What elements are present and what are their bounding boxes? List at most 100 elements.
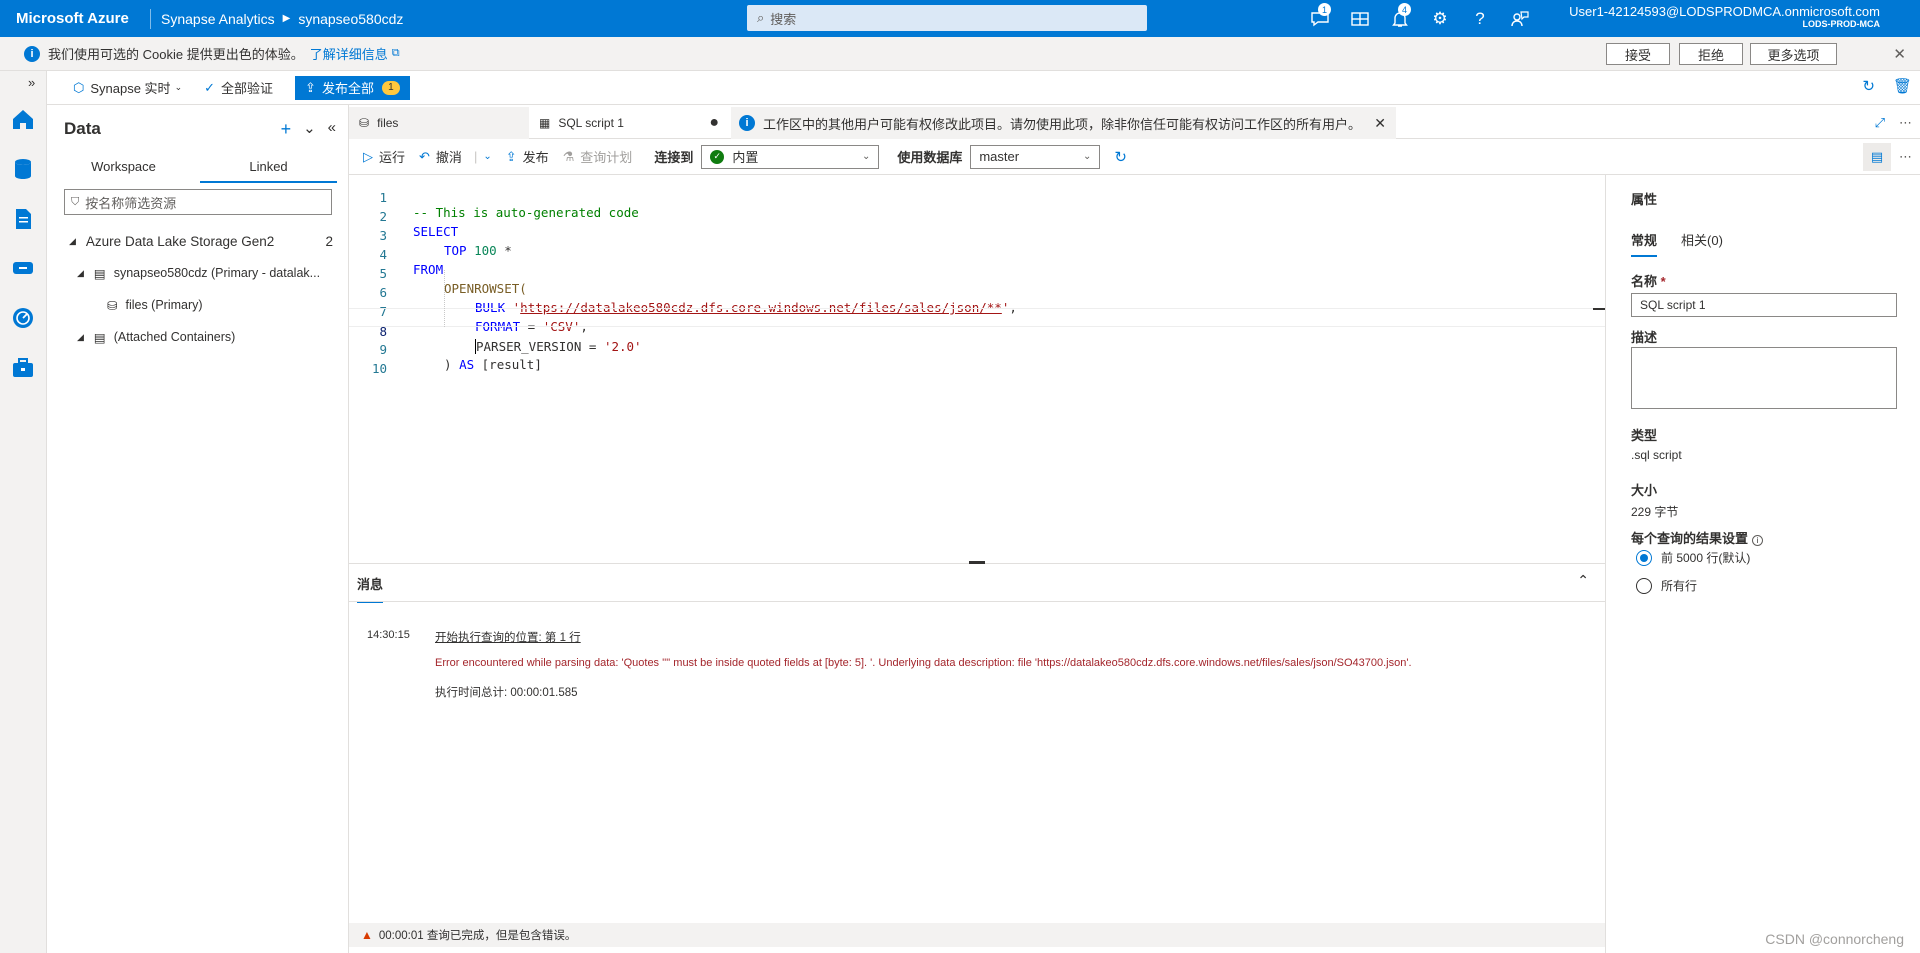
- message-error: Error encountered while parsing data: 'Q…: [435, 657, 1412, 669]
- status-text: 00:00:01 查询已完成，但是包含错误。: [378, 930, 577, 942]
- more-icon[interactable]: ⋯: [1899, 115, 1912, 131]
- publish-all-button[interactable]: ⇪ 发布全部 1: [295, 75, 410, 100]
- publish-label: 发布: [522, 150, 549, 165]
- monitor-icon[interactable]: [11, 306, 35, 330]
- more-icon[interactable]: ⋯: [1899, 149, 1912, 165]
- tab-sql-script[interactable]: ▦ SQL script 1 ●: [529, 107, 729, 139]
- type-value: .sql script: [1631, 448, 1682, 462]
- line-number: 10: [371, 361, 387, 376]
- gear-icon[interactable]: ⚙: [1420, 0, 1460, 37]
- tree-group-label: Azure Data Lake Storage Gen2: [85, 233, 275, 249]
- develop-icon[interactable]: [11, 207, 35, 231]
- name-label: 名称 *: [1631, 271, 1666, 290]
- refresh-icon[interactable]: ↻: [1114, 148, 1127, 166]
- data-icon[interactable]: [11, 157, 35, 181]
- home-icon[interactable]: [11, 107, 35, 131]
- synapse-icon: ⬡: [73, 79, 85, 95]
- tree-group-adls[interactable]: ◢ Azure Data Lake Storage Gen2 2: [47, 225, 349, 257]
- expand-rail-icon[interactable]: »: [28, 75, 35, 90]
- close-icon[interactable]: ✕: [1374, 115, 1386, 132]
- validate-all-label: 全部验证: [221, 81, 274, 96]
- data-panel-tabs: Workspace Linked: [47, 153, 349, 183]
- required-mark: *: [1660, 274, 1666, 289]
- breadcrumb-workspace[interactable]: synapseo580cdz: [298, 11, 403, 27]
- tab-sql-script-label: SQL script 1: [558, 116, 624, 130]
- unsaved-dot-icon[interactable]: ●: [709, 114, 719, 132]
- synapse-live-dropdown[interactable]: ⬡ Synapse 实时 ⌄: [73, 78, 182, 97]
- description-textarea[interactable]: [1631, 347, 1897, 409]
- accept-button[interactable]: 接受: [1606, 43, 1670, 65]
- query-plan-label: 查询计划: [580, 150, 633, 165]
- message-start-link[interactable]: 开始执行查询的位置: 第 1 行: [435, 629, 581, 645]
- code-line: 2 SELECT: [349, 194, 1605, 239]
- name-input[interactable]: SQL script 1: [1631, 293, 1897, 317]
- undo-button[interactable]: ↶ 撤消: [419, 147, 462, 166]
- tree-item-account[interactable]: ◢ ▤ synapseo580cdz (Primary - datalak...: [47, 257, 349, 289]
- person-feedback-icon[interactable]: [1500, 0, 1540, 37]
- tabs-right-actions: ⤢ ⋯: [1875, 115, 1912, 131]
- integrate-icon[interactable]: [11, 256, 35, 280]
- code-line: 4 FROM: [349, 232, 1605, 277]
- chevron-down-icon[interactable]: ⌄: [483, 151, 491, 162]
- tree-item-attached[interactable]: ◢ ▤ (Attached Containers): [47, 321, 349, 353]
- collapse-triangle-icon[interactable]: ◢: [77, 332, 84, 343]
- tab-general[interactable]: 常规: [1631, 230, 1658, 257]
- chevron-right-icon: ▶: [282, 13, 291, 24]
- radio-first-5000-label: 前 5000 行(默认): [1661, 551, 1751, 565]
- collapse-panel-icon[interactable]: «: [328, 119, 336, 140]
- radio-first-5000[interactable]: 前 5000 行(默认): [1636, 549, 1750, 566]
- brand-label[interactable]: Microsoft Azure: [0, 10, 140, 27]
- search-input[interactable]: ⌕ 搜索: [747, 5, 1147, 31]
- radio-all-rows[interactable]: 所有行: [1636, 577, 1697, 594]
- learn-more-link[interactable]: 了解详细信息: [310, 44, 388, 63]
- filter-input[interactable]: ⛉ 按名称筛选资源: [64, 189, 332, 215]
- filter-icon: ⛉: [71, 195, 80, 208]
- tree-item-container[interactable]: ⛁ files (Primary): [47, 289, 349, 321]
- add-icon[interactable]: +: [281, 119, 292, 140]
- connect-to-dropdown[interactable]: ✓ 内置 ⌄: [701, 144, 880, 169]
- chevron-down-icon: ⌄: [1082, 151, 1092, 162]
- query-plan-icon: ⚗: [562, 148, 575, 164]
- publish-button[interactable]: ⇪ 发布: [506, 147, 549, 166]
- tab-messages[interactable]: 消息: [357, 574, 384, 603]
- refresh-icon[interactable]: ↻: [1862, 77, 1875, 95]
- splitter-handle[interactable]: [969, 561, 985, 564]
- tree-container-label: files (Primary): [125, 298, 203, 312]
- tab-linked[interactable]: Linked: [200, 153, 337, 183]
- chevron-up-icon[interactable]: ⌃: [1577, 572, 1589, 589]
- info-icon[interactable]: i: [1752, 535, 1764, 546]
- validate-all-button[interactable]: ✓ 全部验证: [204, 78, 273, 97]
- properties-toggle-icon[interactable]: ▤: [1863, 143, 1891, 171]
- indent-guide: [444, 270, 445, 327]
- more-options-button[interactable]: 更多选项: [1750, 43, 1837, 65]
- description-label: 描述: [1631, 330, 1658, 345]
- feedback-icon[interactable]: 1: [1300, 0, 1340, 37]
- tab-related[interactable]: 相关(0): [1681, 230, 1723, 257]
- close-icon[interactable]: ✕: [1893, 45, 1906, 63]
- discard-icon[interactable]: 🗑: [1893, 77, 1912, 95]
- reject-button[interactable]: 拒绝: [1679, 43, 1743, 65]
- tab-files[interactable]: ⛁ files: [349, 107, 529, 139]
- code-editor[interactable]: 1 -- This is auto-generated code 2 SELEC…: [349, 175, 1605, 563]
- help-icon[interactable]: ?: [1460, 0, 1500, 37]
- properties-panel: 属性 常规 相关(0) 名称 * SQL script 1 描述 类型 .sql…: [1605, 175, 1920, 953]
- connect-to-label: 连接到: [654, 150, 694, 165]
- collapse-triangle-icon[interactable]: ◢: [69, 236, 76, 247]
- manage-icon[interactable]: [11, 356, 35, 380]
- editor-tabs-bar: ⛁ files ▦ SQL script 1 ● i 工作区中的其他用户可能有权…: [349, 107, 1920, 139]
- bell-icon[interactable]: 4: [1380, 0, 1420, 37]
- query-plan-button[interactable]: ⚗ 查询计划: [563, 147, 633, 166]
- use-database-value: master: [979, 149, 1020, 164]
- directory-icon[interactable]: [1340, 0, 1380, 37]
- maximize-icon[interactable]: ⤢: [1875, 115, 1885, 131]
- code-line: 10: [349, 346, 1605, 376]
- breadcrumb-service[interactable]: Synapse Analytics: [161, 11, 275, 27]
- run-button[interactable]: ▷ 运行: [363, 147, 405, 166]
- collapse-all-icon[interactable]: ⌄: [303, 119, 316, 140]
- user-account[interactable]: User1-42124593@LODSPRODMCA.onmicrosoft.c…: [1569, 4, 1880, 29]
- tree-account-label: synapseo580cdz (Primary - datalak...: [113, 266, 321, 280]
- use-database-dropdown[interactable]: master ⌄: [970, 144, 1101, 169]
- tab-workspace[interactable]: Workspace: [55, 153, 192, 183]
- radio-selected-icon: [1636, 549, 1652, 566]
- collapse-triangle-icon[interactable]: ◢: [77, 268, 84, 279]
